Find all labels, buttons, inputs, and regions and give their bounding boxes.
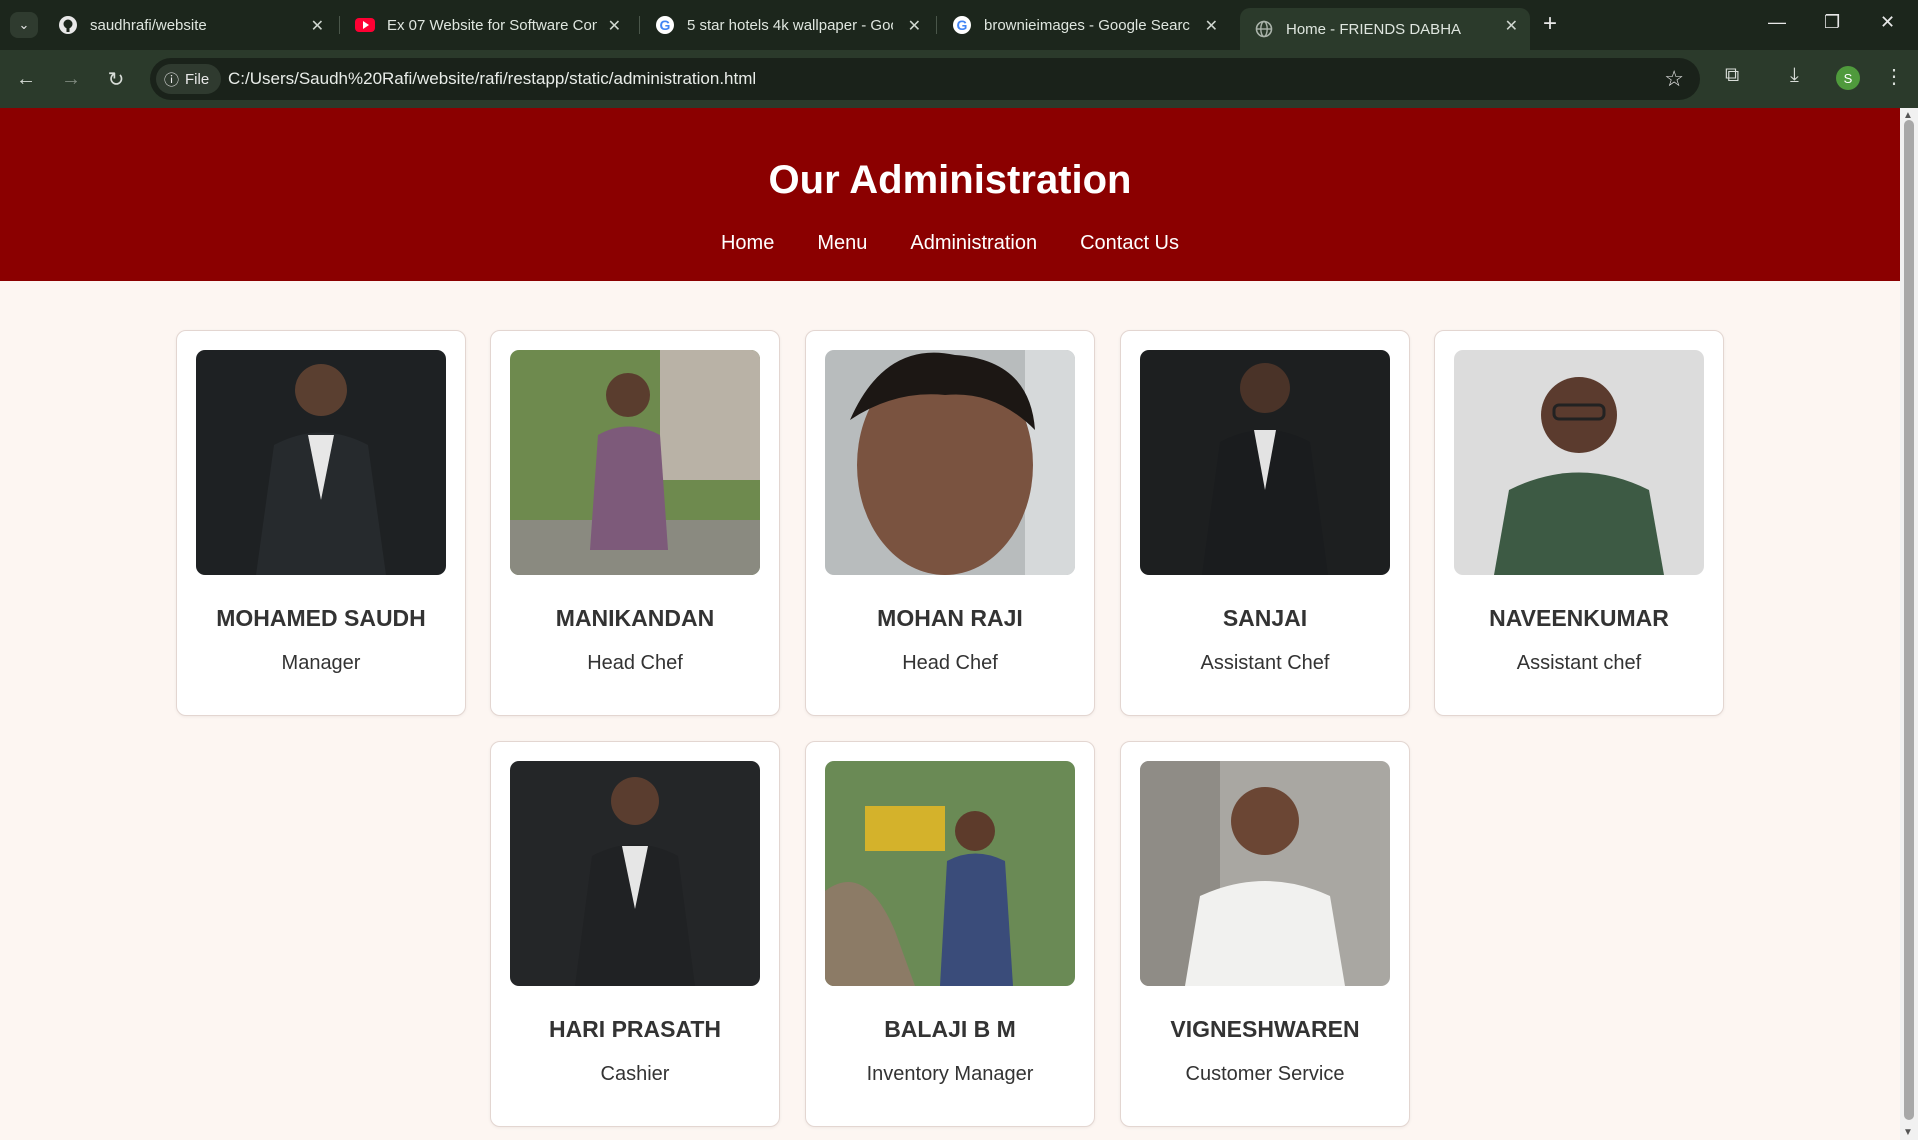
staff-card: HARI PRASATH Cashier <box>490 741 780 1127</box>
staff-photo <box>510 761 760 986</box>
minimize-icon[interactable]: — <box>1768 12 1786 33</box>
staff-role: Head Chef <box>587 652 683 674</box>
tab-brownie[interactable]: G brownieimages - Google Search ✕ <box>938 8 1230 42</box>
staff-role: Inventory Manager <box>866 1063 1034 1085</box>
restore-icon[interactable]: ❐ <box>1824 12 1840 33</box>
github-icon <box>58 15 78 35</box>
forward-arrow-icon[interactable]: → <box>55 63 87 95</box>
nav-contact-link[interactable]: Contact Us <box>1080 232 1179 255</box>
back-arrow-icon[interactable]: ← <box>10 63 42 95</box>
tab-hotels[interactable]: G 5 star hotels 4k wallpaper - Goo ✕ <box>641 8 933 42</box>
staff-photo <box>1140 350 1390 575</box>
tab-search-button[interactable]: ⌄ <box>10 12 38 38</box>
staff-name: VIGNESHWAREN <box>1170 1016 1360 1042</box>
staff-name: MOHAN RAJI <box>877 605 1023 631</box>
tab-github[interactable]: saudhrafi/website ✕ <box>44 8 336 42</box>
page-title: Our Administration <box>768 158 1132 202</box>
staff-role: Manager <box>281 652 361 674</box>
staff-name: NAVEENKUMAR <box>1489 605 1669 631</box>
scroll-thumb[interactable] <box>1904 120 1914 1120</box>
staff-role: Head Chef <box>902 652 998 674</box>
staff-role: Assistant Chef <box>1200 652 1330 674</box>
staff-card: VIGNESHWAREN Customer Service <box>1120 741 1410 1127</box>
staff-photo <box>825 350 1075 575</box>
staff-photo <box>196 350 446 575</box>
file-chip-label: File <box>185 70 210 88</box>
close-icon[interactable]: ✕ <box>1205 16 1218 36</box>
staff-role: Customer Service <box>1185 1063 1345 1085</box>
staff-card: MOHAMED SAUDH Manager <box>176 330 466 716</box>
bookmark-star-icon[interactable]: ☆ <box>1664 66 1684 92</box>
tab-friends-dabha[interactable]: Home - FRIENDS DABHA ✕ <box>1240 8 1530 50</box>
reload-icon[interactable]: ↻ <box>100 63 132 95</box>
staff-card: NAVEENKUMAR Assistant chef <box>1434 330 1724 716</box>
svg-text:G: G <box>660 17 671 33</box>
browser-toolbar: ← → ↻ ⓘ File C:/Users/Saudh%20Rafi/websi… <box>0 50 1918 108</box>
youtube-icon <box>355 15 375 35</box>
staff-name: HARI PRASATH <box>548 1016 722 1042</box>
profile-avatar[interactable]: S <box>1836 66 1860 90</box>
tab-title: saudhrafi/website <box>90 16 207 34</box>
staff-name: BALAJI B M <box>884 1016 1016 1042</box>
page-viewport: Our Administration Home Menu Administrat… <box>0 108 1918 1140</box>
browser-tab-bar: ⌄ saudhrafi/website ✕ Ex 07 Website for … <box>0 0 1918 50</box>
staff-role: Assistant chef <box>1516 652 1642 674</box>
download-icon[interactable]: ⤓ <box>1790 64 1799 87</box>
staff-photo <box>510 350 760 575</box>
scroll-down-icon[interactable]: ▼ <box>1903 1127 1913 1138</box>
extensions-icon[interactable]: ⧉ <box>1725 64 1739 87</box>
close-icon[interactable]: ✕ <box>908 16 921 36</box>
close-icon[interactable]: ✕ <box>311 16 324 36</box>
close-icon[interactable]: ✕ <box>608 16 621 36</box>
menu-kebab-icon[interactable]: ⋮ <box>1884 64 1904 89</box>
nav-menu-link[interactable]: Menu <box>817 232 867 255</box>
staff-card: SANJAI Assistant Chef <box>1120 330 1410 716</box>
site-info-chip[interactable]: ⓘ File <box>156 64 222 94</box>
nav-administration-link[interactable]: Administration <box>910 232 1037 255</box>
staff-photo <box>1454 350 1704 575</box>
google-icon: G <box>655 15 675 35</box>
url-text[interactable]: C:/Users/Saudh%20Rafi/website/rafi/resta… <box>228 69 756 89</box>
svg-text:G: G <box>957 17 968 33</box>
tab-title: Ex 07 Website for Software Con <box>387 16 597 34</box>
globe-icon <box>1254 19 1274 39</box>
page-scrollbar[interactable]: ▲ ▼ <box>1900 108 1918 1140</box>
tab-title: Home - FRIENDS DABHA <box>1286 20 1462 38</box>
nav-home-link[interactable]: Home <box>721 232 774 255</box>
staff-photo <box>1140 761 1390 986</box>
google-icon: G <box>952 15 972 35</box>
staff-name: MANIKANDAN <box>555 605 715 631</box>
staff-name: SANJAI <box>1222 605 1308 631</box>
tab-title: brownieimages - Google Search <box>984 16 1190 34</box>
staff-role: Cashier <box>600 1063 670 1085</box>
new-tab-button[interactable]: + <box>1543 10 1557 38</box>
staff-card: BALAJI B M Inventory Manager <box>805 741 1095 1127</box>
info-icon: ⓘ <box>164 71 180 89</box>
staff-name: MOHAMED SAUDH <box>216 605 426 631</box>
site-nav: Home Menu Administration Contact Us <box>0 232 1900 255</box>
close-window-icon[interactable]: ✕ <box>1880 12 1895 33</box>
staff-photo <box>825 761 1075 986</box>
staff-card: MOHAN RAJI Head Chef <box>805 330 1095 716</box>
staff-card: MANIKANDAN Head Chef <box>490 330 780 716</box>
tab-title: 5 star hotels 4k wallpaper - Goo <box>687 16 893 34</box>
site-header: Our Administration Home Menu Administrat… <box>0 108 1900 281</box>
close-icon[interactable]: ✕ <box>1505 16 1518 36</box>
tab-youtube[interactable]: Ex 07 Website for Software Con ✕ <box>341 8 633 42</box>
address-bar[interactable]: ⓘ File C:/Users/Saudh%20Rafi/website/raf… <box>150 58 1700 100</box>
